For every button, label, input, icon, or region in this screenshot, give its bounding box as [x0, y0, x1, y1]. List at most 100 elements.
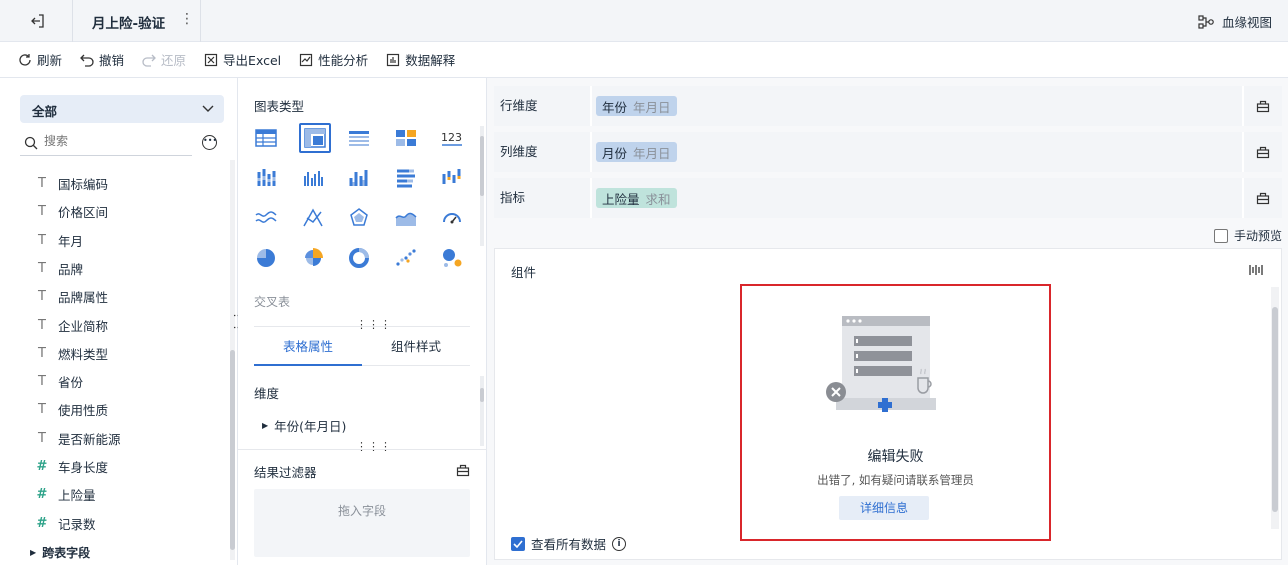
number-chart-icon[interactable]: 123 — [440, 126, 464, 150]
field-item-label: 企业简称 — [58, 318, 109, 334]
detail-table-chart-icon[interactable] — [347, 126, 371, 150]
area-chart-icon[interactable] — [394, 206, 418, 230]
shelf-label: 指标 — [494, 178, 592, 218]
more-menu-icon[interactable]: ⋮ — [180, 11, 194, 27]
field-item[interactable]: T 价格区间 — [36, 202, 108, 221]
field-item-label: 使用性质 — [58, 403, 109, 419]
text-type-icon: T — [38, 204, 46, 220]
data-explain-button[interactable]: 数据解释 — [386, 50, 455, 69]
field-item-label: 品牌属性 — [58, 290, 109, 306]
stacked-column-chart-icon[interactable] — [254, 166, 278, 190]
grouped-column-chart-icon[interactable] — [301, 166, 325, 190]
field-item[interactable]: T 品牌 — [36, 259, 83, 278]
mid-resize-handle-bottom[interactable]: ⋮⋮⋮ — [356, 440, 392, 453]
gauge-chart-icon[interactable] — [440, 206, 464, 230]
pie-chart-icon[interactable] — [254, 246, 278, 270]
text-type-icon: T — [38, 402, 46, 418]
drop-hint: 拖入字段 — [337, 504, 386, 518]
search-input[interactable] — [44, 134, 184, 148]
field-item[interactable]: T 燃料类型 — [36, 344, 108, 363]
detail-info-button[interactable]: 详细信息 — [839, 496, 929, 520]
tab-table-properties[interactable]: 表格属性 — [254, 330, 362, 366]
search-box[interactable] — [20, 130, 192, 156]
view-all-data-toggle[interactable]: 查看所有数据 i — [511, 534, 627, 553]
server-error-illustration — [826, 316, 936, 412]
tab-component-style[interactable]: 组件样式 — [362, 330, 470, 366]
field-item-label: 记录数 — [58, 516, 96, 532]
export-excel-button[interactable]: 导出Excel — [204, 50, 281, 69]
field-pill[interactable]: 上险量 求和 — [596, 188, 677, 208]
field-item[interactable]: T 国标编码 — [36, 174, 108, 193]
scatter-chart-icon[interactable] — [394, 246, 418, 270]
manual-preview-label: 手动预览 — [1234, 229, 1283, 243]
shelf-drop-zone[interactable]: 月份 年月日 — [592, 132, 1244, 172]
field-pill[interactable]: 年份 年月日 — [596, 96, 677, 116]
filter-config-icon[interactable] — [456, 463, 470, 477]
field-item-label: 品牌 — [58, 261, 84, 277]
manual-preview-toggle[interactable]: 手动预览 — [1214, 227, 1282, 244]
cross-table-fields-label: 跨表字段 — [42, 546, 91, 560]
text-type-icon: T — [38, 430, 46, 446]
field-item-label: 上险量 — [58, 488, 96, 504]
table-chart-icon[interactable] — [254, 126, 278, 150]
shelf-label: 列维度 — [494, 132, 592, 172]
shelf-drop-zone[interactable]: 年份 年月日 — [592, 86, 1244, 126]
bar-chart-icon[interactable] — [394, 166, 418, 190]
page-title: 月上险-验证 — [92, 16, 166, 32]
chart-type-cross-table-selected[interactable] — [298, 123, 331, 153]
refresh-button[interactable]: 刷新 — [18, 50, 62, 69]
field-item[interactable]: T 是否新能源 — [36, 429, 121, 448]
toolbar: 刷新 撤销 还原 导出Excel 性能分析 数据解释 — [0, 42, 1288, 78]
radar-line-chart-icon[interactable] — [301, 206, 325, 230]
scope-select[interactable]: 全部 — [20, 95, 224, 123]
rose-chart-icon[interactable] — [301, 246, 325, 270]
component-settings-icon[interactable] — [1249, 264, 1263, 276]
field-item-label: 国标编码 — [58, 177, 109, 192]
field-item[interactable]: # 记录数 — [36, 514, 96, 533]
lineage-view-button[interactable]: 血缘视图 — [1198, 12, 1272, 31]
shelf-drop-zone[interactable]: 上险量 求和 — [592, 178, 1244, 218]
shelf-config-icon[interactable] — [1244, 86, 1282, 126]
shelf-config-icon[interactable] — [1244, 178, 1282, 218]
redo-button[interactable]: 还原 — [142, 50, 186, 69]
field-item[interactable]: # 车身长度 — [36, 457, 108, 476]
field-item[interactable]: T 省份 — [36, 372, 83, 391]
column-chart-icon[interactable] — [347, 166, 371, 190]
field-item[interactable]: T 企业简称 — [36, 316, 108, 335]
field-pill-aggregation: 年月日 — [633, 145, 671, 161]
undo-label: 撤销 — [99, 53, 125, 68]
field-item[interactable]: T 使用性质 — [36, 400, 108, 419]
scope-select-value: 全部 — [32, 104, 58, 119]
dimension-item[interactable]: ▶ 年份(年月日) — [262, 416, 346, 435]
view-all-data-checkbox[interactable] — [511, 536, 525, 551]
chevron-down-icon — [202, 105, 214, 112]
props-scrollbar[interactable] — [480, 376, 484, 446]
exit-button[interactable] — [28, 12, 48, 30]
kpi-card-chart-icon[interactable] — [394, 126, 418, 150]
manual-preview-checkbox[interactable] — [1214, 228, 1228, 243]
undo-button[interactable]: 撤销 — [80, 50, 124, 69]
performance-analysis-button[interactable]: 性能分析 — [299, 50, 368, 69]
field-item[interactable]: # 上险量 — [36, 485, 96, 504]
donut-chart-icon[interactable] — [347, 246, 371, 270]
info-icon[interactable]: i — [612, 536, 627, 551]
cross-table-fields[interactable]: ▶ 跨表字段 — [30, 544, 90, 561]
left-scrollbar[interactable] — [230, 160, 235, 560]
field-pill[interactable]: 月份 年月日 — [596, 142, 677, 162]
component-scrollbar[interactable] — [1271, 287, 1279, 529]
bubble-chart-icon[interactable] — [440, 246, 464, 270]
error-card: 编辑失败 出错了, 如有疑问请联系管理员 详细信息 — [740, 284, 1051, 541]
field-item[interactable]: T 年月 — [36, 231, 83, 250]
radar-chart-icon[interactable] — [347, 206, 371, 230]
config-panel: 图表类型 123 交叉表 ⋮⋮⋮ 表格属性 组件样式 维度 ▶ 年份(年月日) … — [238, 78, 487, 565]
field-item[interactable]: T 品牌属性 — [36, 287, 108, 306]
shelf-config-icon[interactable] — [1244, 132, 1282, 172]
waterfall-chart-icon[interactable] — [440, 166, 464, 190]
chart-scrollbar[interactable] — [480, 126, 484, 246]
filter-drop-zone[interactable]: 拖入字段 — [254, 489, 470, 557]
component-area: 组件 编辑失败 出错了, 如有疑问请联系管理员 详细信息 查看所有数据 i — [494, 248, 1282, 560]
performance-analysis-label: 性能分析 — [318, 53, 369, 68]
lineage-icon — [1198, 14, 1214, 29]
line-chart-icon[interactable] — [254, 206, 278, 230]
more-options-icon[interactable]: ••• — [202, 135, 217, 150]
